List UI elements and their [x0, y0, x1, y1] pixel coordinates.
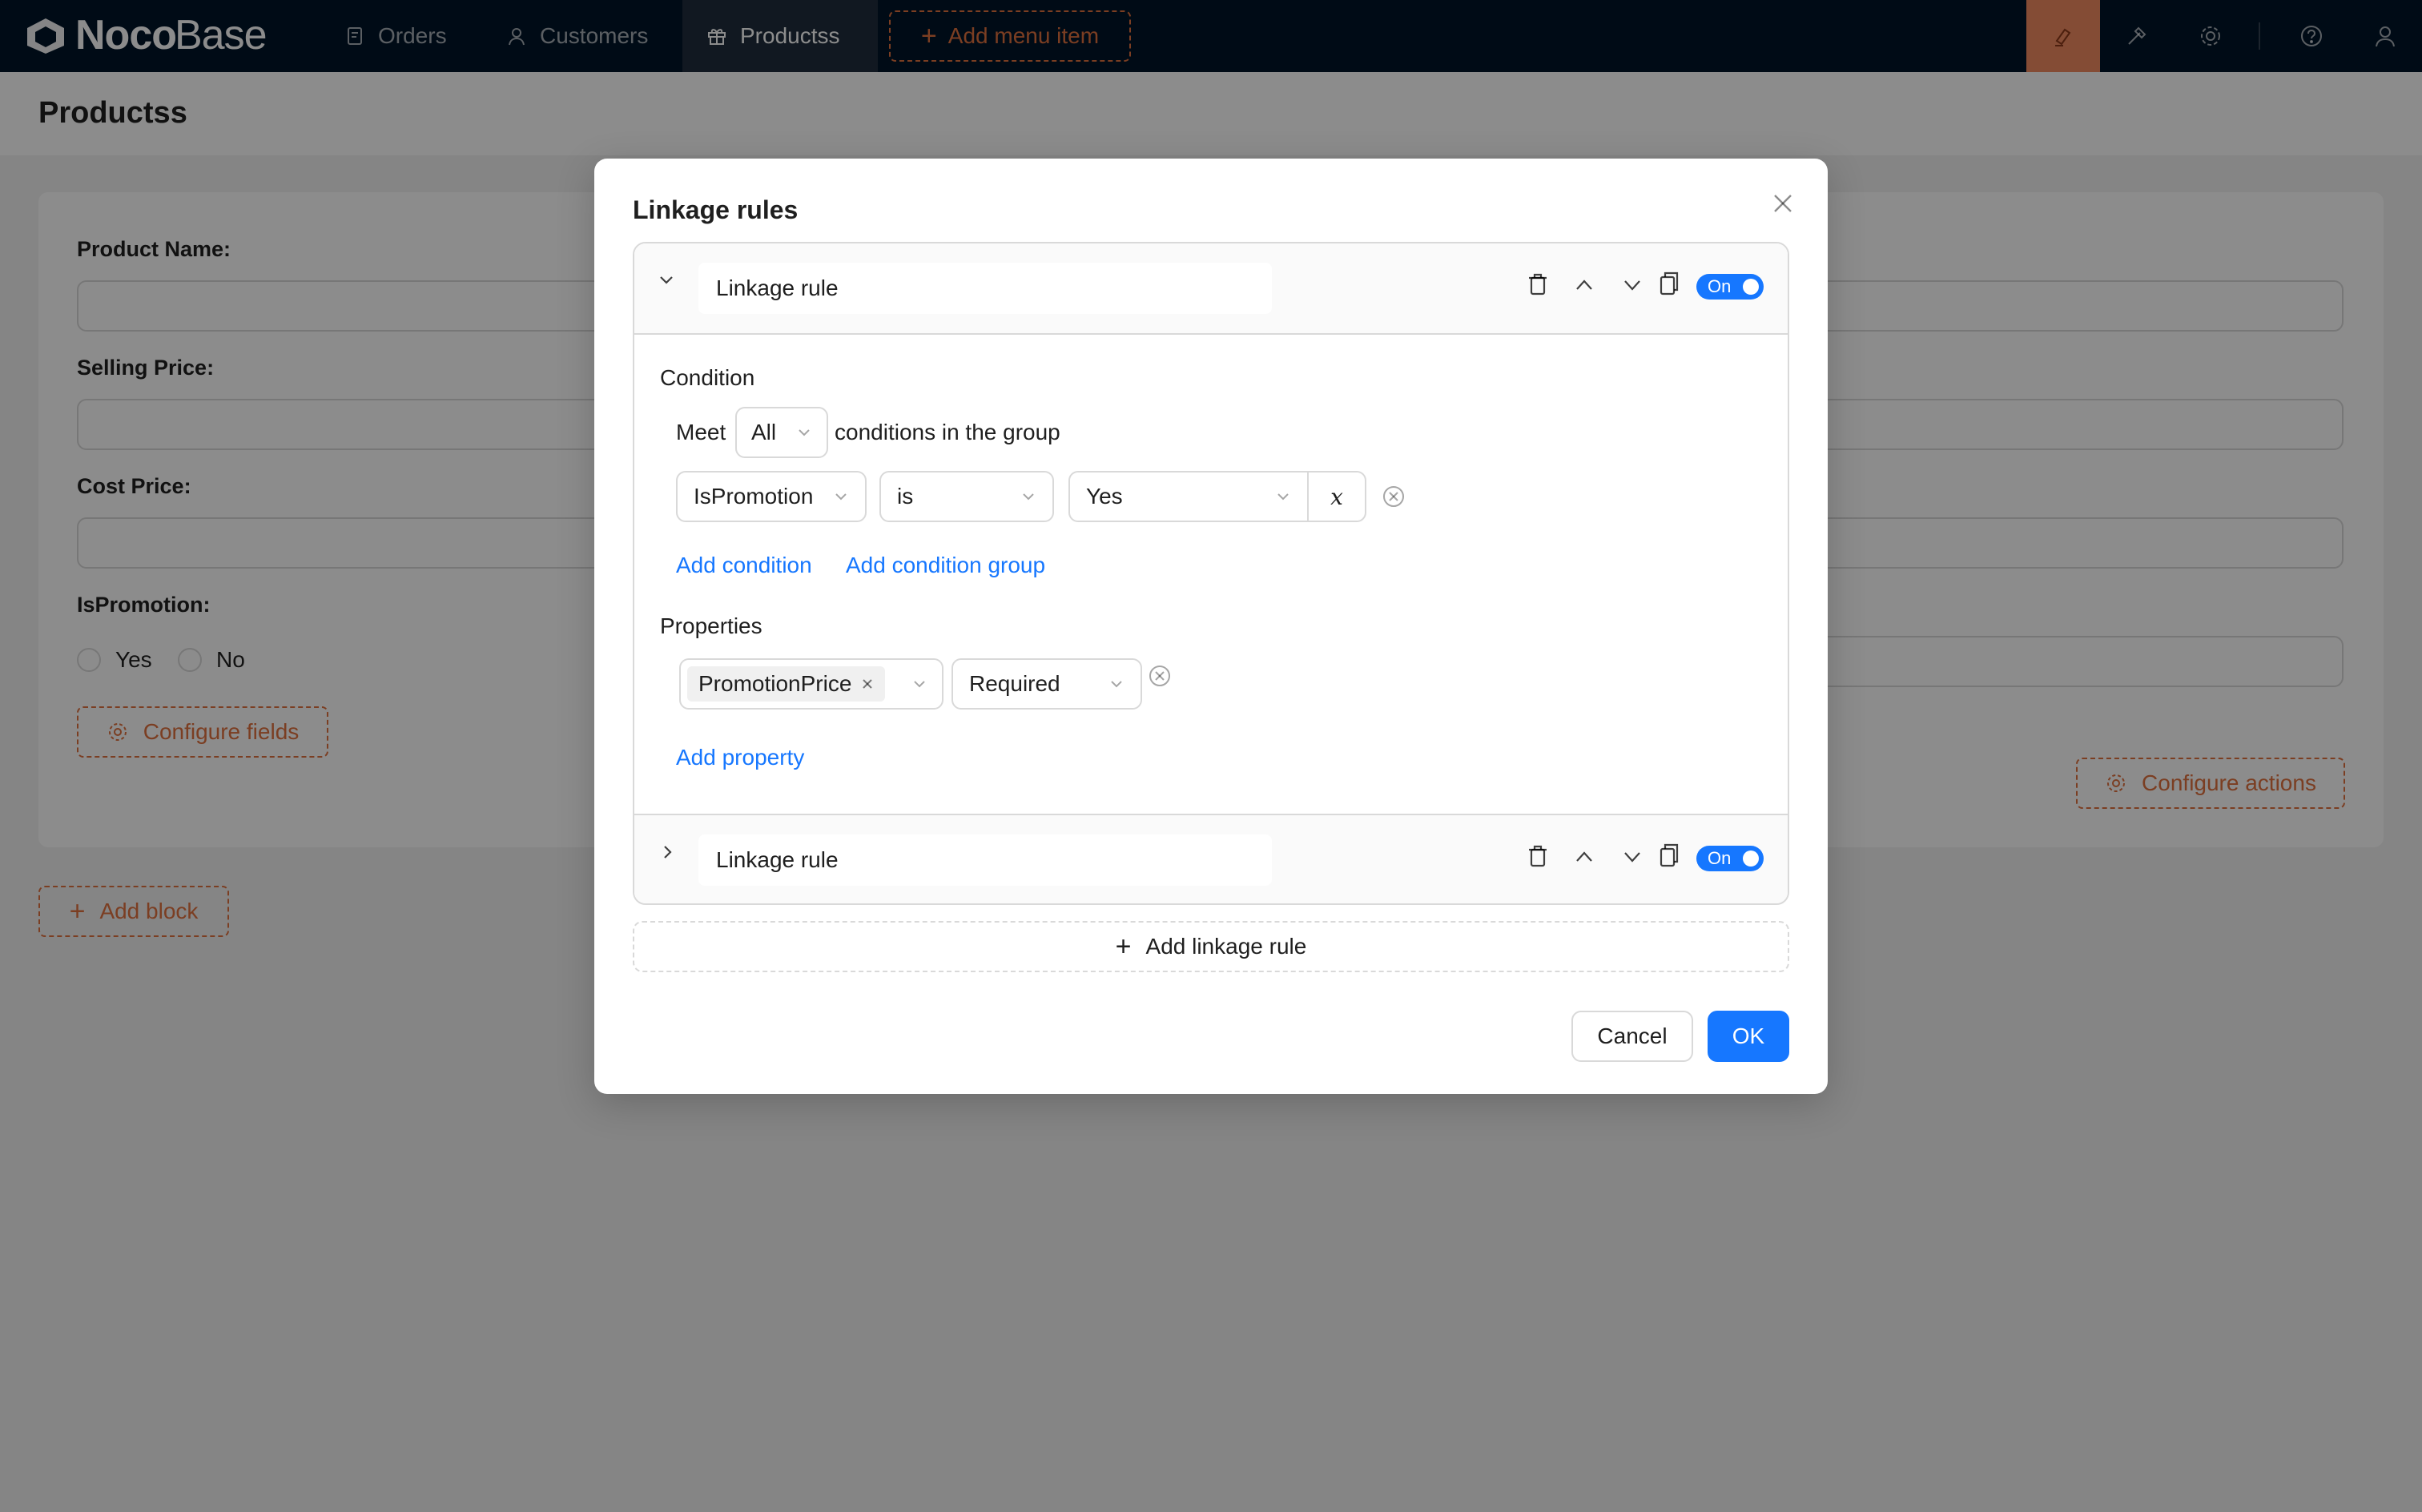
chevron-down-icon: [1111, 681, 1122, 688]
variable-icon: x: [1330, 483, 1343, 510]
add-linkage-rule-button[interactable]: + Add linkage rule: [633, 921, 1789, 972]
copy-icon: [1660, 843, 1679, 867]
delete-rule-button[interactable]: [1527, 272, 1549, 296]
chevron-down-icon: [835, 493, 847, 501]
chevron-down-icon: [1023, 493, 1034, 501]
move-down-button[interactable]: [1621, 274, 1644, 296]
remove-property-button[interactable]: [1149, 665, 1171, 687]
rule-enabled-switch[interactable]: On: [1696, 274, 1764, 300]
property-tag: PromotionPrice: [687, 666, 886, 702]
properties-label: Properties: [660, 613, 762, 638]
condition-operator-value: is: [897, 484, 914, 509]
expand-toggle[interactable]: [658, 842, 678, 862]
chevron-down-icon: [1277, 493, 1289, 501]
copy-icon: [1660, 271, 1679, 296]
property-field-select[interactable]: PromotionPrice: [679, 658, 943, 710]
chevron-right-icon: [664, 846, 672, 859]
plus-icon: +: [1115, 931, 1132, 962]
close-circle-icon: [1149, 666, 1170, 686]
condition-label: Condition: [660, 365, 755, 390]
add-property-link[interactable]: Add property: [676, 745, 804, 770]
collapse-toggle[interactable]: [657, 271, 676, 290]
add-condition-link[interactable]: Add condition: [676, 553, 812, 578]
condition-operator-select[interactable]: is: [879, 471, 1054, 522]
move-up-button[interactable]: [1573, 846, 1595, 868]
property-action-select[interactable]: Required: [952, 658, 1142, 710]
add-condition-group-link[interactable]: Add condition group: [846, 553, 1045, 578]
close-icon[interactable]: [861, 678, 874, 690]
rule-2-header[interactable]: Linkage rule On: [634, 814, 1788, 903]
chevron-up-icon: [1576, 851, 1592, 862]
property-tag-label: PromotionPrice: [698, 671, 852, 696]
condition-value-select[interactable]: Yes: [1068, 471, 1309, 522]
meet-logic-select[interactable]: All: [735, 407, 828, 458]
chevron-down-icon: [799, 429, 810, 436]
chevron-down-icon: [660, 276, 673, 284]
switch-knob: [1743, 279, 1759, 295]
modal-title: Linkage rules: [633, 195, 799, 224]
delete-icon: [1529, 845, 1547, 867]
meet-logic-value: All: [751, 420, 777, 444]
move-down-button[interactable]: [1621, 846, 1644, 868]
rule-1-header[interactable]: Linkage rule On: [634, 243, 1788, 335]
rule-enabled-switch[interactable]: On: [1696, 846, 1764, 871]
copy-rule-button[interactable]: [1658, 842, 1680, 868]
add-linkage-rule-label: Add linkage rule: [1145, 934, 1307, 959]
chevron-down-icon: [1624, 280, 1640, 291]
switch-label: On: [1708, 848, 1732, 868]
move-up-button[interactable]: [1573, 274, 1595, 296]
ok-button[interactable]: OK: [1708, 1011, 1789, 1062]
delete-rule-button[interactable]: [1527, 844, 1549, 868]
switch-label: On: [1708, 276, 1732, 296]
property-action-value: Required: [969, 671, 1060, 696]
copy-rule-button[interactable]: [1658, 271, 1680, 296]
remove-condition-button[interactable]: [1382, 485, 1405, 508]
switch-knob: [1743, 850, 1759, 867]
close-button[interactable]: [1770, 191, 1796, 216]
meet-prefix: Meet: [676, 420, 726, 444]
rule-name-input[interactable]: Linkage rule: [698, 263, 1272, 314]
close-icon: [1774, 195, 1792, 212]
cancel-button[interactable]: Cancel: [1571, 1011, 1693, 1062]
close-circle-icon: [1383, 486, 1404, 507]
delete-icon: [1529, 273, 1547, 296]
chevron-up-icon: [1576, 279, 1592, 290]
variable-button[interactable]: x: [1307, 471, 1366, 522]
condition-field-value: IsPromotion: [694, 484, 814, 509]
condition-field-select[interactable]: IsPromotion: [676, 471, 867, 522]
meet-suffix: conditions in the group: [835, 420, 1060, 444]
condition-value: Yes: [1086, 484, 1123, 509]
linkage-rules-list: Linkage rule On Condition Meet All condi…: [633, 242, 1789, 905]
chevron-down-icon: [1624, 852, 1640, 863]
rule-name-input[interactable]: Linkage rule: [698, 834, 1272, 886]
chevron-down-icon: [914, 681, 925, 688]
